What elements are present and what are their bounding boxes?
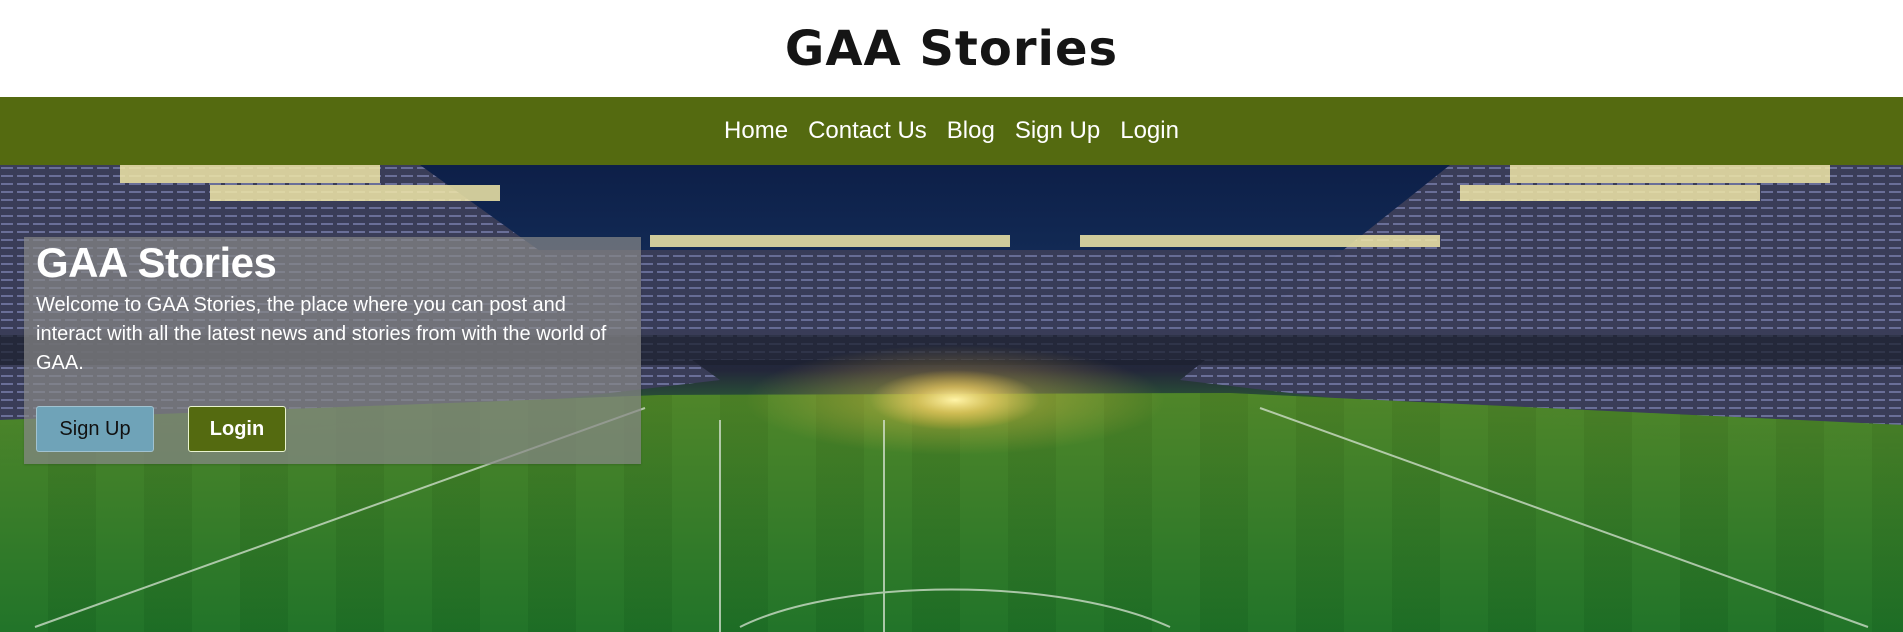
hero-title: GAA Stories [36,239,277,286]
site-header: GAA Stories [0,0,1903,97]
nav-blog[interactable]: Blog [945,115,997,147]
hero-card: GAA Stories Welcome to GAA Stories, the … [24,237,641,464]
hero-banner: GAA Stories Welcome to GAA Stories, the … [0,165,1903,632]
site-title: GAA Stories [784,20,1119,77]
sign-up-button[interactable]: Sign Up [36,406,154,452]
nav-home[interactable]: Home [722,115,790,147]
nav-login[interactable]: Login [1118,115,1181,147]
main-nav: Home Contact Us Blog Sign Up Login [0,97,1903,165]
login-button[interactable]: Login [188,406,286,452]
nav-sign-up[interactable]: Sign Up [1013,115,1102,147]
nav-contact-us[interactable]: Contact Us [806,115,929,147]
hero-text: Welcome to GAA Stories, the place where … [36,294,607,374]
